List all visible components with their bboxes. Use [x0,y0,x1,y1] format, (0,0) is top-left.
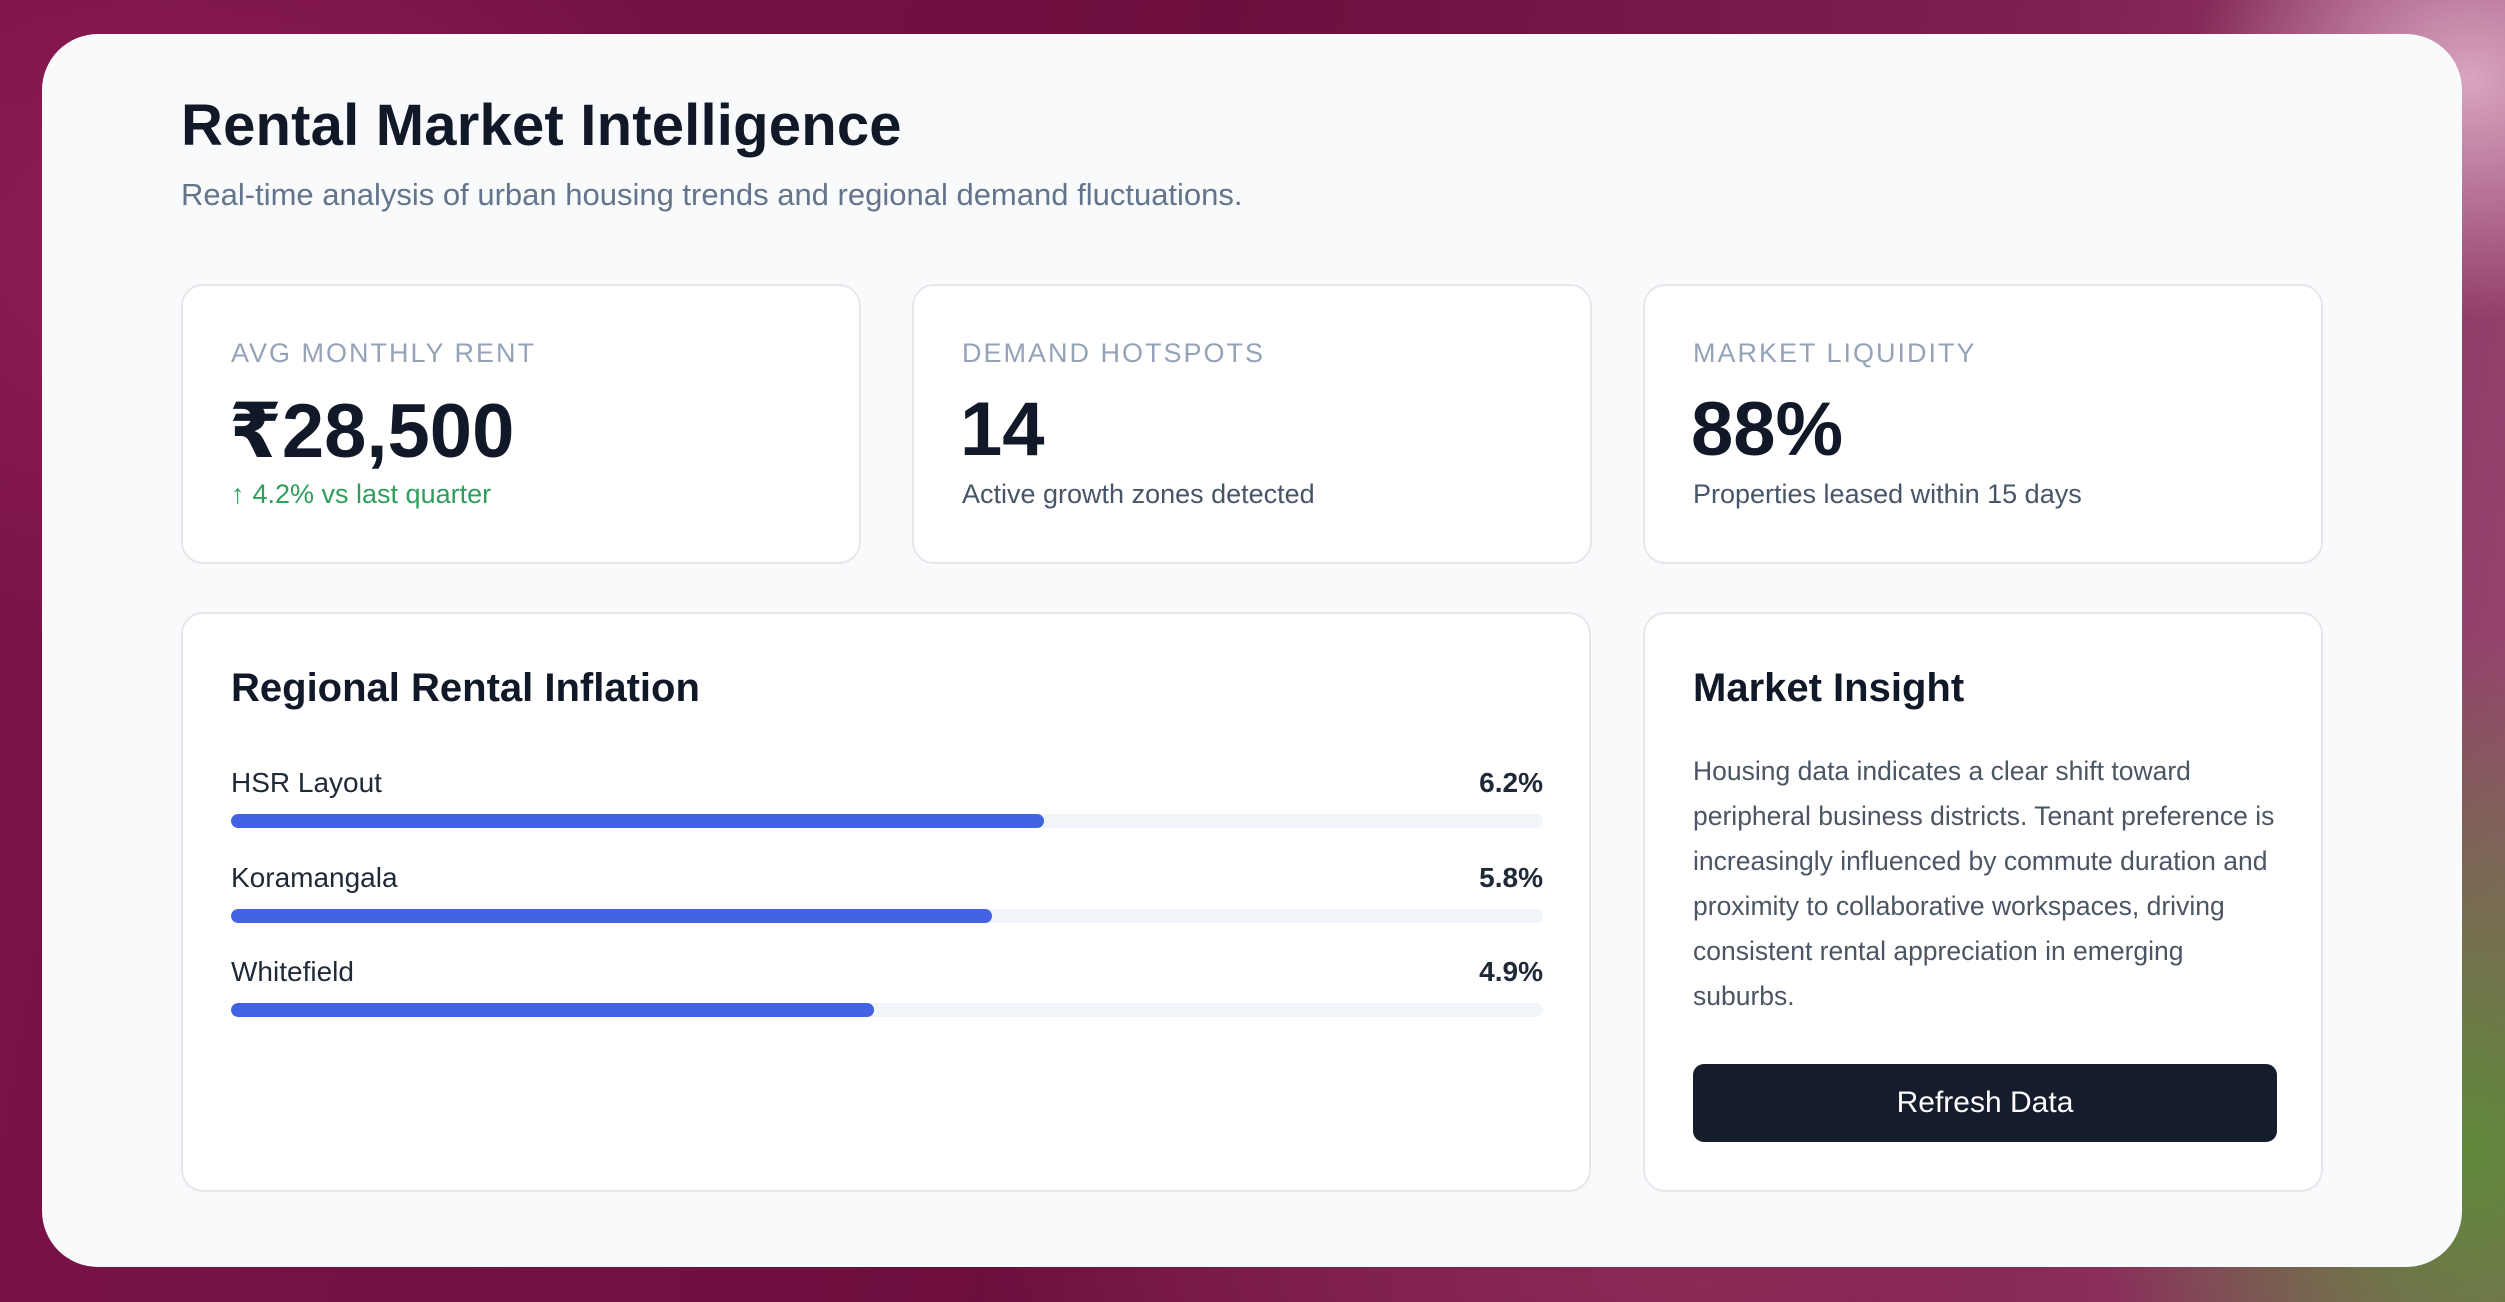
stat-value: ₹28,500 [229,389,515,474]
stat-value: 14 [960,387,1045,472]
section-title: Regional Rental Inflation [231,666,700,710]
stat-card-demand-hotspots: DEMAND HOTSPOTS 14 Active growth zones d… [912,284,1592,564]
region-row-hsr-layout: HSR Layout 6.2% [231,767,1543,828]
stat-card-market-liquidity: MARKET LIQUIDITY 88% Properties leased w… [1643,284,2323,564]
progress-fill [231,909,992,923]
arrow-up-icon: ↑ [231,479,245,509]
progress-track [231,909,1543,923]
stat-note: ↑ 4.2% vs last quarter [231,479,491,510]
region-value: 4.9% [1479,956,1543,987]
market-insight-card: Market Insight Housing data indicates a … [1643,612,2323,1192]
progress-track [231,814,1543,828]
stat-label: DEMAND HOTSPOTS [962,338,1266,368]
regional-inflation-card: Regional Rental Inflation HSR Layout 6.2… [181,612,1591,1192]
progress-fill [231,1003,874,1017]
stat-value: 88% [1691,387,1844,472]
dashboard-panel: Rental Market Intelligence Real-time ana… [42,34,2462,1267]
section-title: Market Insight [1693,666,1965,710]
region-name: Whitefield [231,956,354,987]
insight-text: Housing data indicates a clear shift tow… [1693,756,2275,1011]
region-name: HSR Layout [231,767,382,798]
page-subtitle: Real-time analysis of urban housing tren… [181,177,1243,212]
region-value: 6.2% [1479,767,1543,798]
stat-label: AVG MONTHLY RENT [231,338,537,368]
region-row-whitefield: Whitefield 4.9% [231,956,1543,1017]
page-title: Rental Market Intelligence [181,93,902,158]
progress-fill [231,814,1045,828]
stat-note-text: 4.2% vs last quarter [252,479,492,509]
stat-card-avg-rent: AVG MONTHLY RENT ₹28,500 ↑ 4.2% vs last q… [181,284,861,564]
progress-track [231,1003,1543,1017]
stat-note: Active growth zones detected [962,479,1315,509]
refresh-data-button[interactable]: Refresh Data [1693,1064,2277,1142]
region-row-koramangala: Koramangala 5.8% [231,862,1543,923]
region-name: Koramangala [231,862,398,893]
stat-label: MARKET LIQUIDITY [1693,338,1977,368]
stat-note: Properties leased within 15 days [1693,479,2082,509]
region-value: 5.8% [1479,862,1543,893]
